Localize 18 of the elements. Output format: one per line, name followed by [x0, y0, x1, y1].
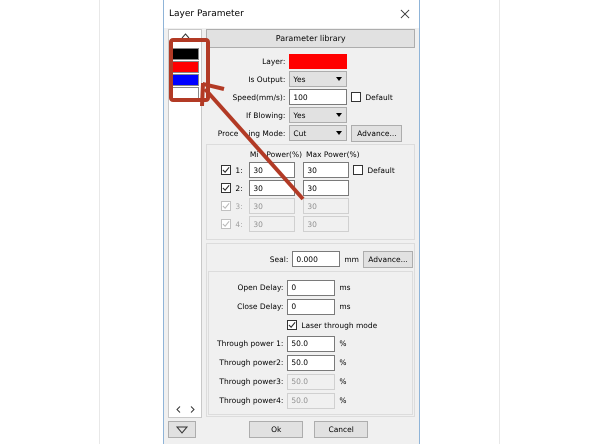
layer-color-swatch[interactable]	[171, 74, 200, 86]
parameter-library-button[interactable]: Parameter library	[206, 29, 415, 48]
checkbox[interactable]	[351, 92, 362, 102]
scroll-right-icon[interactable]	[190, 406, 195, 412]
checkbox[interactable]	[221, 183, 232, 193]
window-title: Layer Parameter	[169, 9, 244, 19]
checkbox[interactable]	[353, 165, 364, 175]
triangle-icon	[176, 426, 188, 434]
scroll-left-icon[interactable]	[176, 406, 181, 412]
close-icon[interactable]	[400, 9, 410, 19]
layer-color-swatch[interactable]	[171, 48, 200, 60]
checkbox[interactable]	[287, 320, 298, 330]
layer-color-swatch[interactable]	[171, 61, 200, 73]
down-button[interactable]	[168, 421, 196, 438]
scroll-up-icon[interactable]	[180, 33, 190, 39]
highlight-frame	[169, 38, 210, 102]
checkbox[interactable]	[221, 165, 232, 175]
layer-color-field[interactable]	[289, 54, 348, 68]
